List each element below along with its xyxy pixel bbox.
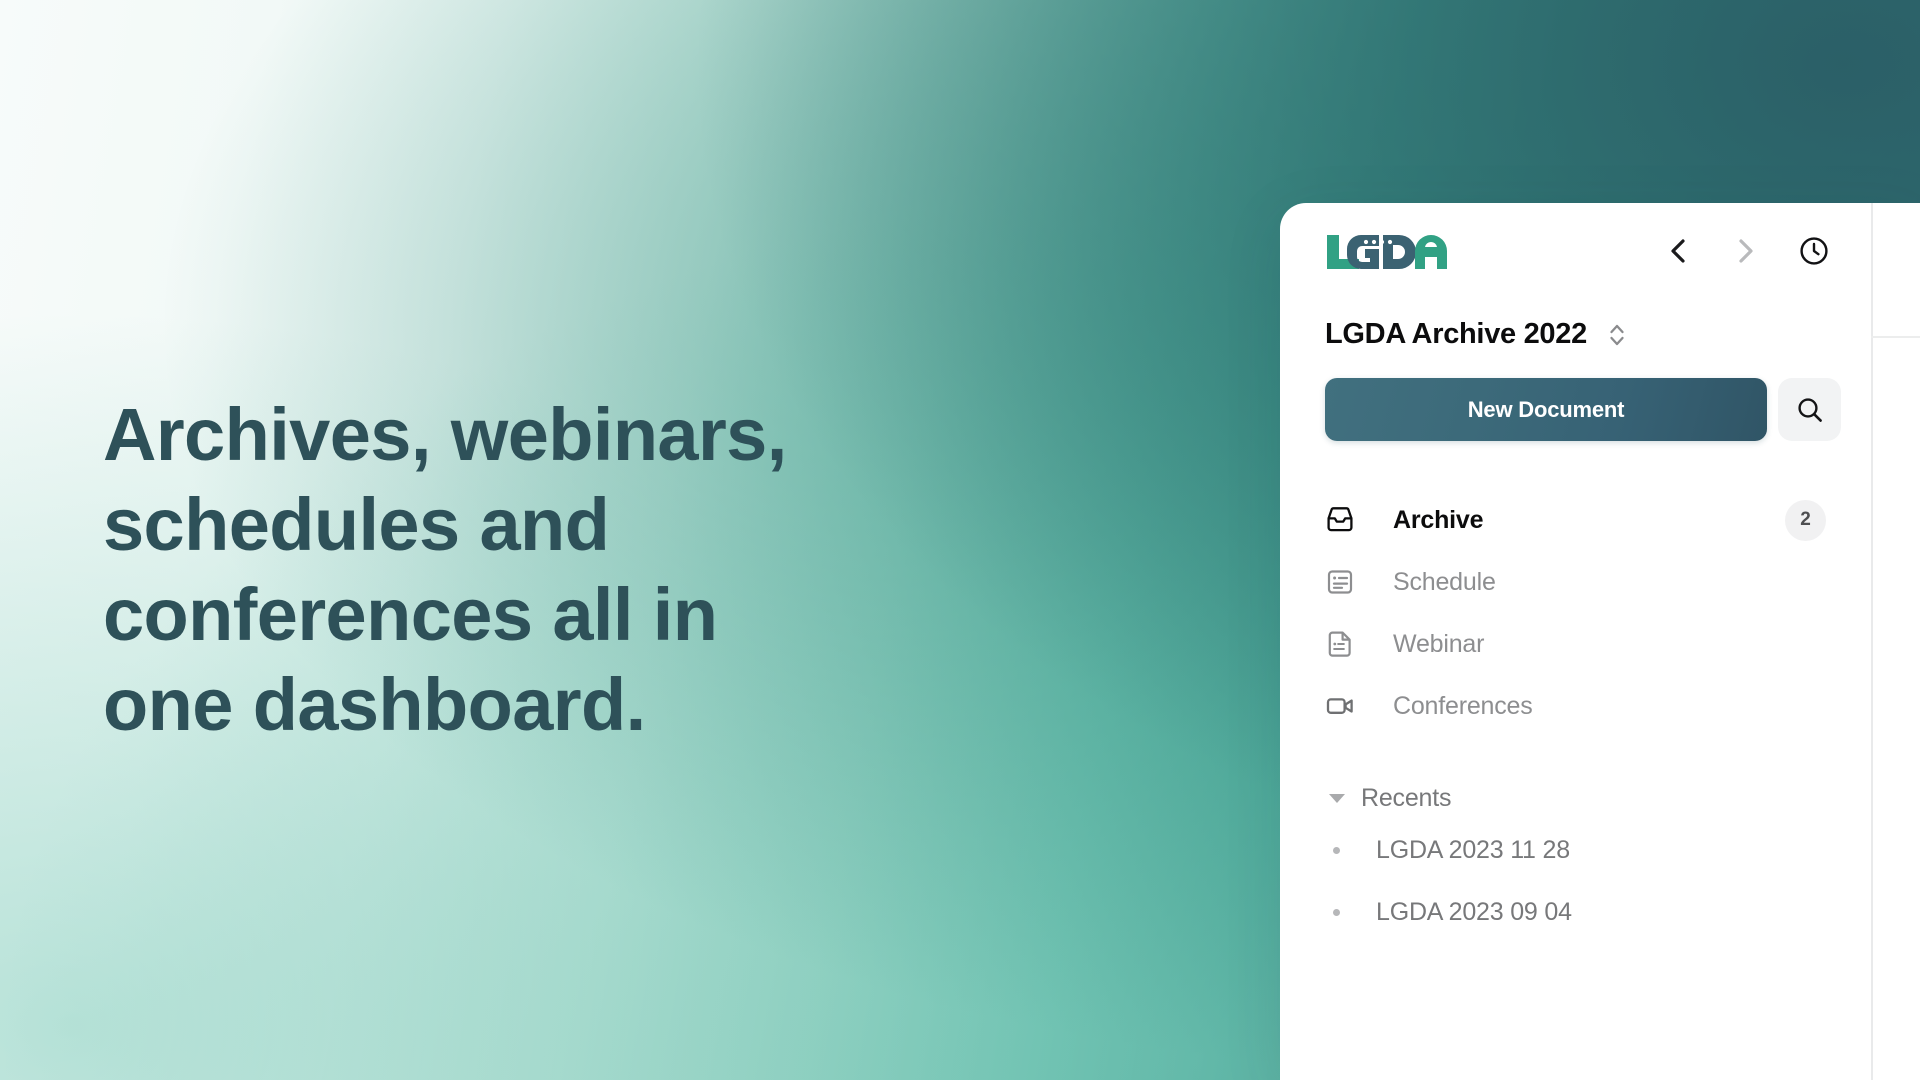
sidebar-item-label: Conferences xyxy=(1393,691,1533,720)
document-switcher-button[interactable] xyxy=(1607,319,1627,351)
recents-section: Recents LGDA 2023 11 28 LGDA 2023 09 04 xyxy=(1325,777,1841,943)
sidebar-item-webinar[interactable]: Webinar xyxy=(1325,613,1826,675)
chevron-left-icon xyxy=(1671,239,1685,263)
panel-column-rule xyxy=(1871,336,1920,338)
chevron-up-down-icon xyxy=(1610,324,1624,345)
page-title: Archives, webinars, schedules and confer… xyxy=(103,393,787,746)
topbar-actions xyxy=(1663,236,1841,266)
recent-item-label: LGDA 2023 09 04 xyxy=(1376,897,1572,926)
recents-title: Recents xyxy=(1361,783,1452,812)
sidebar-topbar xyxy=(1325,203,1841,281)
video-camera-icon xyxy=(1325,691,1359,721)
lgda-logo xyxy=(1325,231,1449,271)
app-panel: LGDA Archive 2022 New Document Archive 2… xyxy=(1280,203,1920,1080)
bullet-icon xyxy=(1333,846,1340,854)
list-item[interactable]: LGDA 2023 09 04 xyxy=(1325,881,1841,943)
file-icon xyxy=(1325,629,1359,659)
new-document-button[interactable]: New Document xyxy=(1325,378,1767,441)
back-button[interactable] xyxy=(1663,236,1693,266)
bullet-icon xyxy=(1333,908,1340,916)
chevron-right-icon xyxy=(1739,239,1753,263)
sidebar-item-label: Webinar xyxy=(1393,629,1485,658)
recents-header[interactable]: Recents xyxy=(1325,777,1841,819)
sidebar-action-row: New Document xyxy=(1325,378,1841,441)
status-badge: 2 xyxy=(1785,499,1826,541)
search-button[interactable] xyxy=(1778,378,1841,441)
clock-icon xyxy=(1800,237,1828,265)
sidebar-item-archive[interactable]: Archive 2 xyxy=(1325,489,1826,551)
inbox-icon xyxy=(1325,505,1359,535)
sidebar-item-label: Archive xyxy=(1393,505,1484,534)
sidebar: LGDA Archive 2022 New Document Archive 2… xyxy=(1280,203,1871,1080)
document-title-row[interactable]: LGDA Archive 2022 xyxy=(1325,318,1841,351)
hero-stage: Archives, webinars, schedules and confer… xyxy=(0,0,1920,1080)
sidebar-item-conferences[interactable]: Conferences xyxy=(1325,675,1826,737)
search-icon xyxy=(1797,397,1822,422)
panel-column-divider xyxy=(1871,203,1873,1080)
sidebar-item-label: Schedule xyxy=(1393,567,1496,596)
schedule-icon xyxy=(1325,567,1359,597)
document-title: LGDA Archive 2022 xyxy=(1325,318,1587,350)
recent-item-label: LGDA 2023 11 28 xyxy=(1376,835,1570,864)
triangle-down-icon xyxy=(1329,793,1345,803)
sidebar-nav: Archive 2 Schedule Webinar Conferences xyxy=(1325,489,1841,737)
forward-button[interactable] xyxy=(1731,236,1761,266)
list-item[interactable]: LGDA 2023 11 28 xyxy=(1325,819,1841,881)
sidebar-item-schedule[interactable]: Schedule xyxy=(1325,551,1826,613)
history-button[interactable] xyxy=(1799,236,1829,266)
